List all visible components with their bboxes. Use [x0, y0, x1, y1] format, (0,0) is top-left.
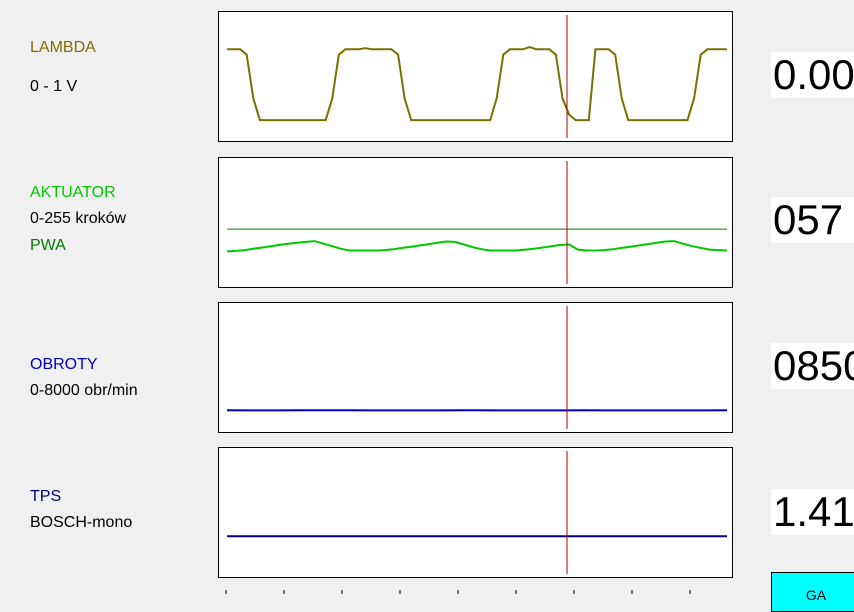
- aktuator-plot: [218, 157, 733, 288]
- obroty-value: 0850: [771, 343, 854, 389]
- lambda-plot: [218, 11, 733, 142]
- lambda-range: 0 - 1 V: [30, 78, 77, 96]
- obroty-range: 0-8000 obr/min: [30, 382, 138, 400]
- tps-range: BOSCH-mono: [30, 514, 132, 532]
- tps-plot: [218, 447, 733, 578]
- series-line-1-0: [227, 241, 727, 251]
- lambda-value: 0.00: [771, 52, 854, 98]
- lambda-label: LAMBDA: [30, 39, 96, 57]
- ga-button[interactable]: GA: [771, 572, 854, 612]
- time-axis-ticks: [218, 590, 731, 599]
- obroty-label: OBROTY: [30, 356, 98, 374]
- aktuator-range: 0-255 kroków: [30, 210, 126, 228]
- pwa-label: PWA: [30, 237, 66, 255]
- aktuator-label: AKTUATOR: [30, 184, 116, 202]
- tps-label: TPS: [30, 488, 61, 506]
- tps-value: 1.41: [771, 489, 854, 535]
- series-line-0-0: [227, 47, 727, 120]
- obroty-plot: [218, 302, 733, 433]
- aktuator-value: 057: [771, 197, 854, 243]
